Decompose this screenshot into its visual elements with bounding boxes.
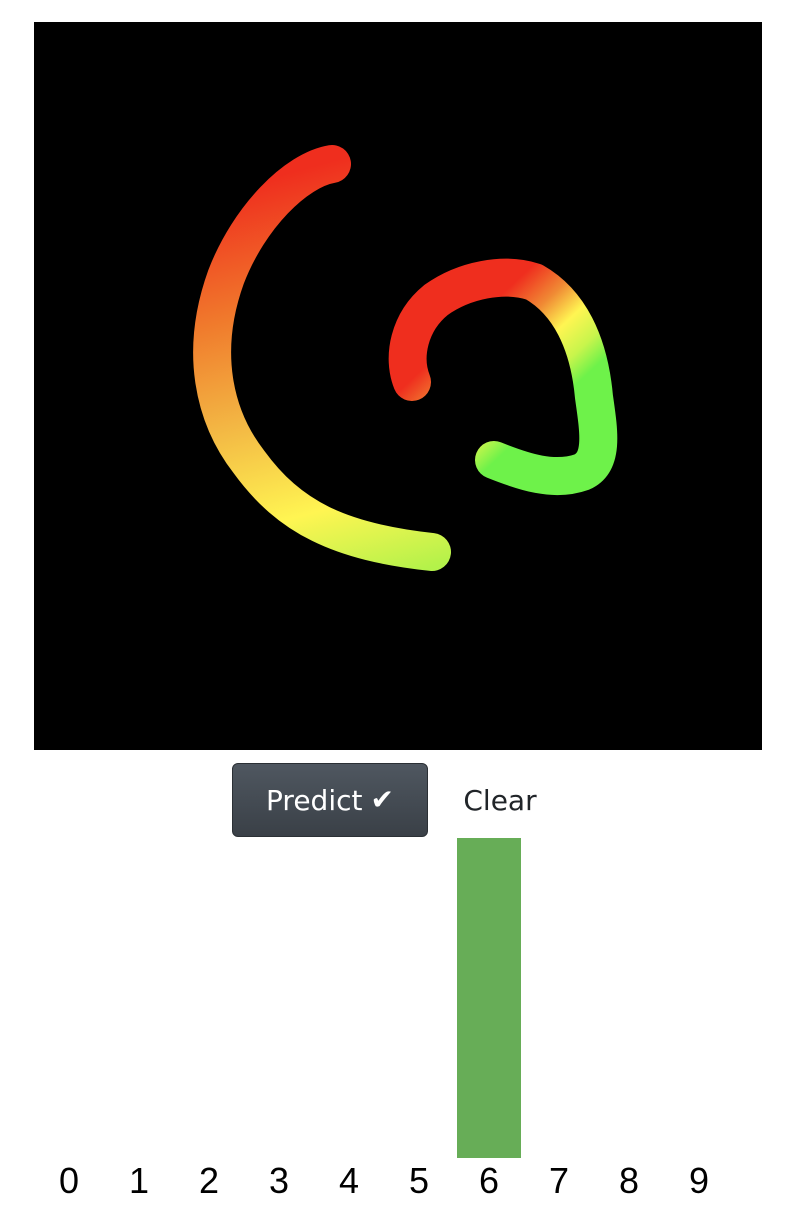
handwritten-digit-strokes [193, 145, 618, 571]
tick-label-6: 6 [479, 1160, 499, 1201]
tick-label-8: 8 [619, 1160, 639, 1201]
tick-label-0: 0 [59, 1160, 79, 1201]
predict-button[interactable]: Predict ✔ [232, 763, 428, 837]
tick-label-2: 2 [199, 1160, 219, 1201]
tick-label-5: 5 [409, 1160, 429, 1201]
prediction-chart: 0 1 2 3 4 5 6 7 8 9 [0, 838, 802, 1216]
prediction-chart-svg: 0 1 2 3 4 5 6 7 8 9 [59, 838, 709, 1201]
tick-label-9: 9 [689, 1160, 709, 1201]
tick-label-1: 1 [129, 1160, 149, 1201]
tick-label-3: 3 [269, 1160, 289, 1201]
check-icon: ✔ [370, 783, 394, 816]
bar-6 [457, 838, 521, 1158]
predict-button-label: Predict [266, 783, 363, 817]
clear-button[interactable]: Clear [446, 763, 554, 837]
tick-label-4: 4 [339, 1160, 359, 1201]
digit-stroke [388, 258, 618, 496]
drawing-canvas[interactable] [34, 22, 762, 750]
tick-label-7: 7 [549, 1160, 569, 1201]
